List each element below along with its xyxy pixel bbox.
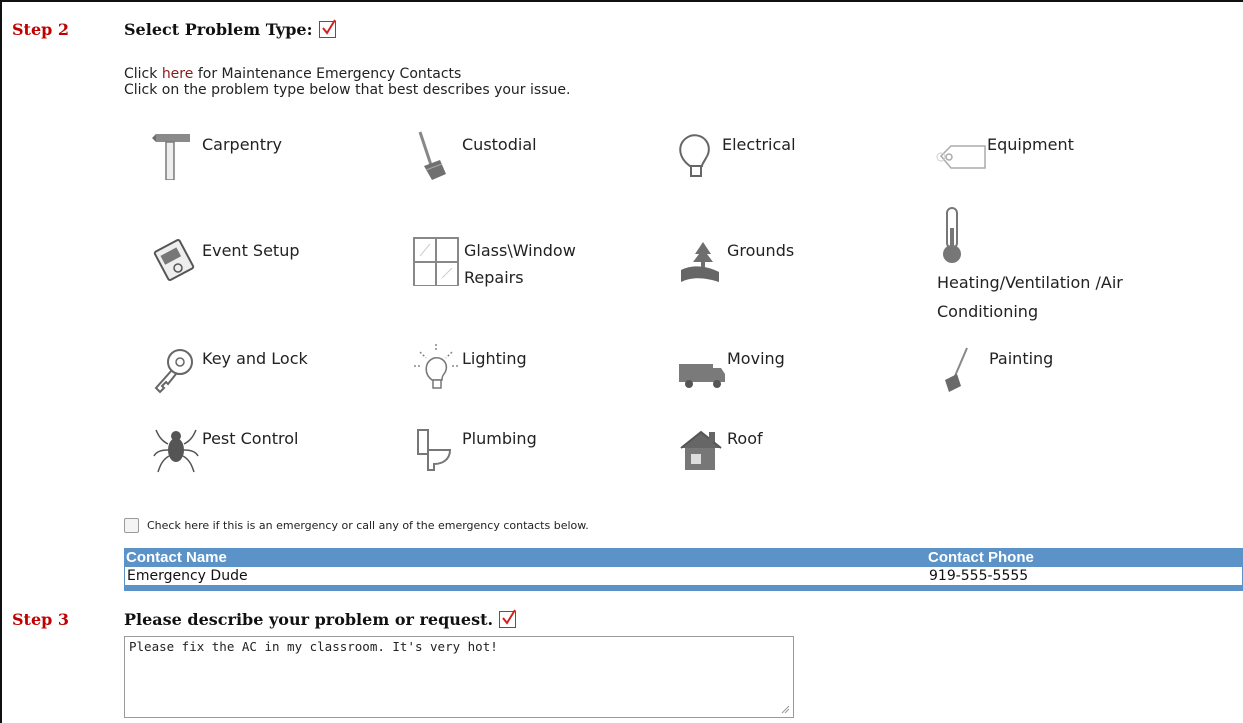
table-row: Emergency Dude 919-555-5555 <box>124 567 1243 586</box>
toilet-icon <box>417 429 452 471</box>
problem-type-label: Carpentry <box>202 135 283 154</box>
problem-type-label: Key and Lock <box>202 349 308 368</box>
spider-icon <box>153 429 199 473</box>
step2-label: Step 2 <box>12 20 70 39</box>
window-top-border <box>0 0 1243 2</box>
intro-prefix: Click <box>124 66 162 82</box>
problem-type-electrical[interactable]: Electrical <box>670 128 796 180</box>
table-footer-bar <box>124 586 1243 591</box>
problem-type-label: Custodial <box>462 135 537 154</box>
tag-icon <box>936 145 986 169</box>
step2-title: Select Problem Type: <box>124 19 336 39</box>
emergency-contacts-table: Contact Name Contact Phone Emergency Dud… <box>124 548 1243 591</box>
emergency-row: Check here if this is an emergency or ca… <box>124 518 589 533</box>
emergency-contacts-link[interactable]: here <box>162 66 194 82</box>
problem-type-label: Plumbing <box>462 429 537 448</box>
problem-description-value: Please fix the AC in my classroom. It's … <box>129 639 498 654</box>
problem-type-label-line2: Repairs <box>464 268 524 287</box>
intro-suffix: for Maintenance Emergency Contacts <box>193 66 462 82</box>
problem-type-hvac[interactable]: Heating/Ventilation /Air Conditioning <box>937 206 1123 324</box>
required-check-icon <box>499 609 517 628</box>
window-icon <box>413 237 459 286</box>
hammer-icon <box>152 134 190 180</box>
emergency-checkbox-label: Check here if this is an emergency or ca… <box>147 519 589 532</box>
problem-type-label: Roof <box>727 429 763 448</box>
problem-type-label: Electrical <box>722 135 796 154</box>
column-header-contact-phone: Contact Phone <box>928 549 1034 566</box>
resize-grip-icon[interactable] <box>780 704 790 714</box>
truck-icon <box>679 364 725 388</box>
problem-type-equipment[interactable]: Equipment <box>935 128 1074 180</box>
contact-name-cell: Emergency Dude <box>127 568 248 584</box>
problem-type-event-setup[interactable]: Event Setup <box>150 234 300 286</box>
problem-type-grounds[interactable]: Grounds <box>675 234 794 286</box>
problem-type-label-line2: Conditioning <box>937 302 1039 321</box>
problem-type-label: Moving <box>727 349 785 368</box>
problem-type-label: Painting <box>989 349 1054 368</box>
problem-type-carpentry[interactable]: Carpentry <box>150 128 282 180</box>
problem-type-pest-control[interactable]: Pest Control <box>150 422 298 474</box>
broom-icon <box>418 131 446 180</box>
problem-type-key-and-lock[interactable]: Key and Lock <box>150 342 308 394</box>
problem-type-label: Equipment <box>987 135 1074 154</box>
table-header: Contact Name Contact Phone <box>124 548 1243 567</box>
problem-type-glass-window[interactable]: Glass\Window Repairs <box>410 234 576 290</box>
step3-title: Please describe your problem or request. <box>124 609 517 629</box>
problem-type-moving[interactable]: Moving <box>675 342 785 394</box>
step2-intro: Click here for Maintenance Emergency Con… <box>124 66 570 98</box>
problem-type-lighting[interactable]: Lighting <box>410 342 527 394</box>
event-card-icon <box>153 239 195 281</box>
key-icon <box>154 349 193 394</box>
light-bulb-icon <box>679 134 710 177</box>
problem-type-label: Pest Control <box>202 429 299 448</box>
paintbrush-icon <box>945 347 968 392</box>
intro-line2: Click on the problem type below that bes… <box>124 82 571 98</box>
problem-type-label: Event Setup <box>202 241 300 260</box>
contact-phone-cell: 919-555-5555 <box>929 568 1029 584</box>
step2-title-text: Select Problem Type: <box>124 20 313 39</box>
thermometer-icon <box>943 207 961 263</box>
house-icon <box>680 430 722 470</box>
problem-description-textarea[interactable]: Please fix the AC in my classroom. It's … <box>124 636 794 718</box>
problem-type-label: Lighting <box>462 349 527 368</box>
tree-icon <box>681 242 719 282</box>
problem-type-roof[interactable]: Roof <box>675 422 763 474</box>
problem-type-custodial[interactable]: Custodial <box>410 128 537 180</box>
step3-title-text: Please describe your problem or request. <box>124 610 494 629</box>
column-header-contact-name: Contact Name <box>126 549 227 566</box>
problem-type-label: Glass\Window <box>464 241 576 260</box>
required-check-icon <box>318 19 336 38</box>
window-left-border <box>0 0 2 723</box>
problem-type-label: Grounds <box>727 241 795 260</box>
lit-bulb-icon <box>414 344 458 389</box>
problem-type-plumbing[interactable]: Plumbing <box>410 422 537 474</box>
problem-type-painting[interactable]: Painting <box>937 342 1053 394</box>
step3-label: Step 3 <box>12 610 70 629</box>
problem-type-text: Glass\Window Repairs <box>464 234 576 290</box>
emergency-checkbox[interactable] <box>124 518 139 533</box>
problem-type-label: Heating/Ventilation /Air <box>937 273 1123 292</box>
